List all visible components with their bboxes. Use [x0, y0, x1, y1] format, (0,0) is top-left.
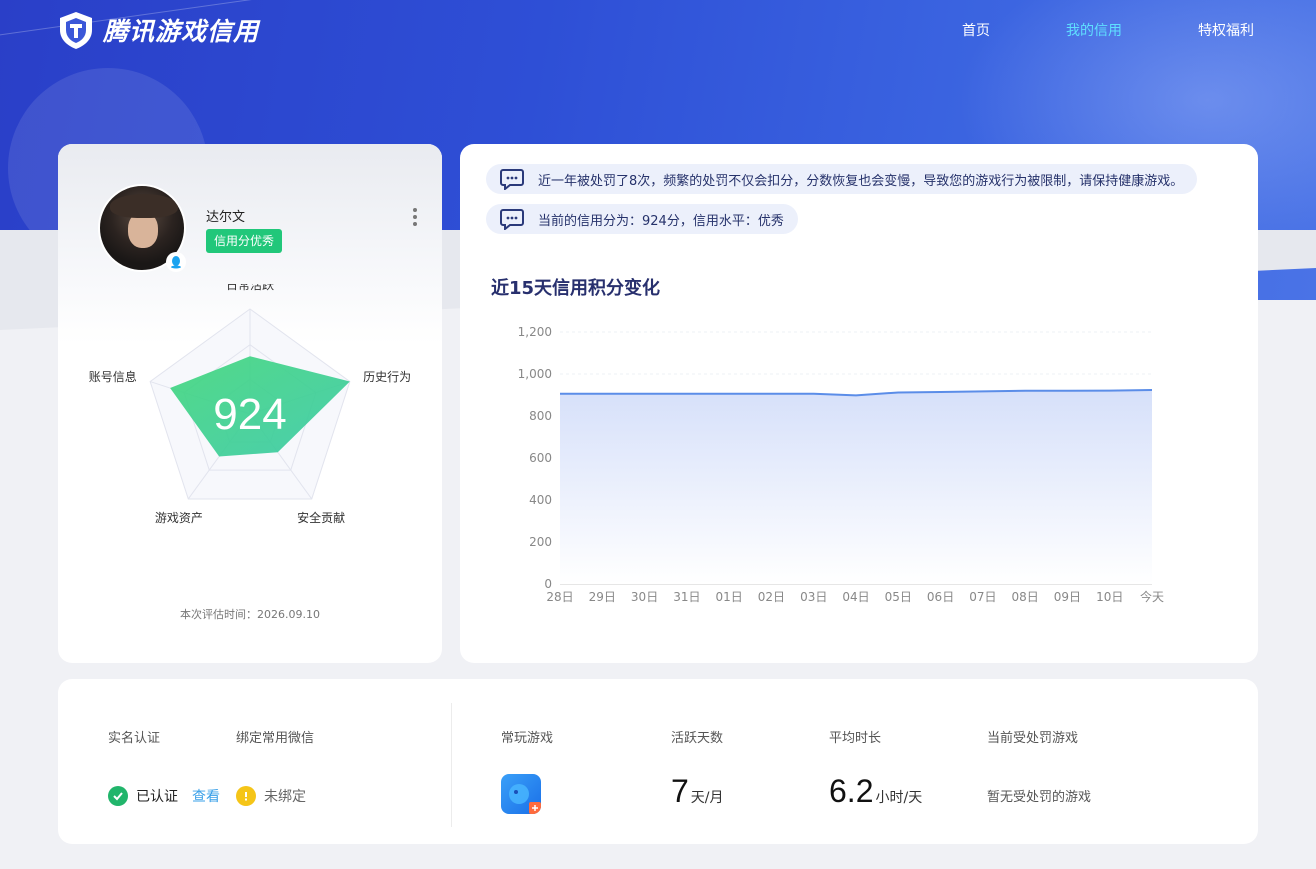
- radar-label-account: 账号信息: [89, 369, 137, 384]
- chart-xtick-label: 今天: [1140, 589, 1164, 604]
- active-days-label: 活跃天数: [671, 731, 724, 746]
- credit-detail-card: 近一年被处罚了8次，频繁的处罚不仅会扣分，分数恢复也会变慢，导致您的游戏行为被限…: [460, 144, 1258, 663]
- radar-label-security: 安全贡献: [297, 510, 345, 525]
- active-days-value: 7: [671, 773, 689, 809]
- radar-label-history: 历史行为: [363, 370, 411, 384]
- chart-ytick-label: 1,000: [518, 367, 552, 381]
- check-icon: [108, 786, 128, 806]
- game-icon[interactable]: [501, 774, 541, 814]
- chart-xtick-label: 08日: [1012, 590, 1039, 604]
- frequent-game-label: 常玩游戏: [501, 731, 554, 746]
- chart-ytick-label: 200: [529, 535, 552, 549]
- penalty-notice-text: 近一年被处罚了8次，频繁的处罚不仅会扣分，分数恢复也会变慢，导致您的游戏行为被限…: [538, 173, 1184, 189]
- wechat-label: 绑定常用微信: [236, 731, 315, 746]
- avg-time-unit: 小时/天: [875, 790, 923, 806]
- avg-time: 6.2 小时/天: [829, 773, 922, 810]
- radar-label-assets: 游戏资产: [155, 511, 203, 525]
- wechat-status: 未绑定: [236, 786, 306, 806]
- score-notice: 当前的信用分为：924分，信用水平：优秀: [486, 204, 798, 234]
- chart-xtick-label: 06日: [927, 590, 954, 604]
- chart-xtick-label: 10日: [1096, 590, 1123, 604]
- radar-label-daily: 日常活跃: [226, 284, 274, 292]
- message-icon: [500, 169, 524, 190]
- avg-time-label: 平均时长: [829, 731, 882, 746]
- chart-xtick-label: 09日: [1054, 590, 1081, 604]
- chart-xtick-label: 05日: [885, 590, 912, 604]
- chart-title: 近15天信用积分变化: [491, 278, 661, 299]
- chart-ytick-label: 600: [529, 451, 552, 465]
- view-link[interactable]: 查看: [192, 786, 220, 806]
- nav-privileges[interactable]: 特权福利: [1198, 20, 1254, 40]
- punished-game-label: 当前受处罚游戏: [987, 731, 1079, 746]
- chart-xtick-label: 30日: [631, 590, 658, 604]
- active-days-unit: 天/月: [690, 790, 724, 806]
- wechat-status-text: 未绑定: [264, 789, 306, 805]
- qq-icon: [166, 252, 186, 272]
- avatar-hat: [110, 194, 178, 218]
- credit-trend-chart: 28日 29日 30日 31日 01日 02日 03日 04日 05日 06日 07日 08日 09日 1…: [518, 325, 1164, 604]
- chart-xtick-label: 29日: [589, 590, 616, 604]
- profile-card: 达尔文 信用分优秀 924 日常活跃 历史行为 安全贡献 游戏资产 账号信息 本…: [58, 144, 442, 663]
- message-icon: [500, 209, 524, 230]
- chart-ytick-label: 0: [544, 577, 552, 591]
- avg-time-value: 6.2: [829, 773, 874, 809]
- nav-home[interactable]: 首页: [962, 20, 990, 40]
- realname-status-text: 已认证: [136, 789, 178, 805]
- penalty-notice: 近一年被处罚了8次，频繁的处罚不仅会扣分，分数恢复也会变慢，导致您的游戏行为被限…: [486, 164, 1198, 194]
- account-info-card: 实名认证 绑定常用微信 已认证 查看 未绑定 常玩游戏 活跃天数 7 天/月 平…: [58, 679, 1258, 844]
- punished-game-value: 暂无受处罚的游戏: [987, 790, 1092, 805]
- credit-radar-chart: 924 日常活跃 历史行为 安全贡献 游戏资产 账号信息: [89, 284, 411, 525]
- top-nav: 首页 我的信用 特权福利: [0, 20, 1316, 40]
- username: 达尔文: [206, 210, 246, 225]
- more-options-icon[interactable]: [411, 206, 419, 228]
- warning-icon: [236, 786, 256, 806]
- nav-my-credit[interactable]: 我的信用: [1066, 20, 1122, 40]
- chart-xtick-label: 31日: [673, 590, 700, 604]
- realname-label: 实名认证: [108, 731, 161, 746]
- realname-status: 已认证 查看: [108, 786, 220, 806]
- evaluation-time: 本次评估时间：2026.09.10: [180, 608, 320, 621]
- chart-xtick-label: 03日: [800, 590, 827, 604]
- score-notice-text: 当前的信用分为：924分，信用水平：优秀: [538, 213, 784, 229]
- chart-ytick-label: 400: [529, 493, 552, 507]
- chart-xtick-label: 02日: [758, 590, 785, 604]
- chart-xtick-label: 28日: [546, 590, 573, 604]
- chart-ytick-label: 1,200: [518, 325, 552, 339]
- chart-xtick-label: 07日: [969, 590, 996, 604]
- chart-xtick-label: 01日: [716, 590, 743, 604]
- active-days: 7 天/月: [671, 773, 724, 810]
- chart-xtick-label: 04日: [842, 590, 869, 604]
- divider: [451, 703, 452, 827]
- chart-ytick-label: 800: [529, 409, 552, 423]
- credit-score: 924: [213, 390, 286, 439]
- credit-level-badge: 信用分优秀: [206, 229, 283, 253]
- chart-area-fill: [560, 389, 1152, 584]
